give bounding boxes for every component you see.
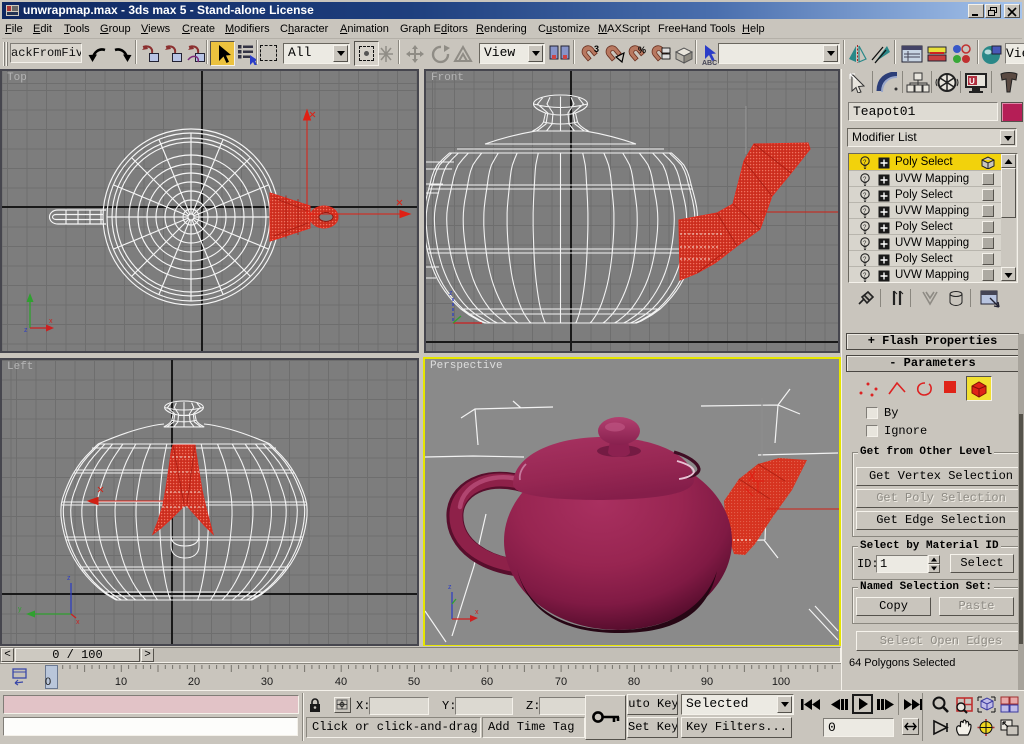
svg-text:x: x	[49, 318, 53, 325]
svg-text:U: U	[969, 77, 975, 86]
svg-text:x: x	[76, 619, 80, 626]
svg-text:z: z	[449, 290, 453, 297]
svg-text:z: z	[67, 575, 71, 582]
svg-text:ABC: ABC	[702, 60, 717, 66]
svg-text:%: %	[638, 45, 646, 55]
svg-text:3: 3	[594, 44, 599, 54]
svg-text:z: z	[24, 327, 28, 334]
svg-text:y: y	[18, 606, 22, 613]
svg-text:x: x	[475, 609, 479, 616]
svg-text:z: z	[448, 584, 452, 591]
